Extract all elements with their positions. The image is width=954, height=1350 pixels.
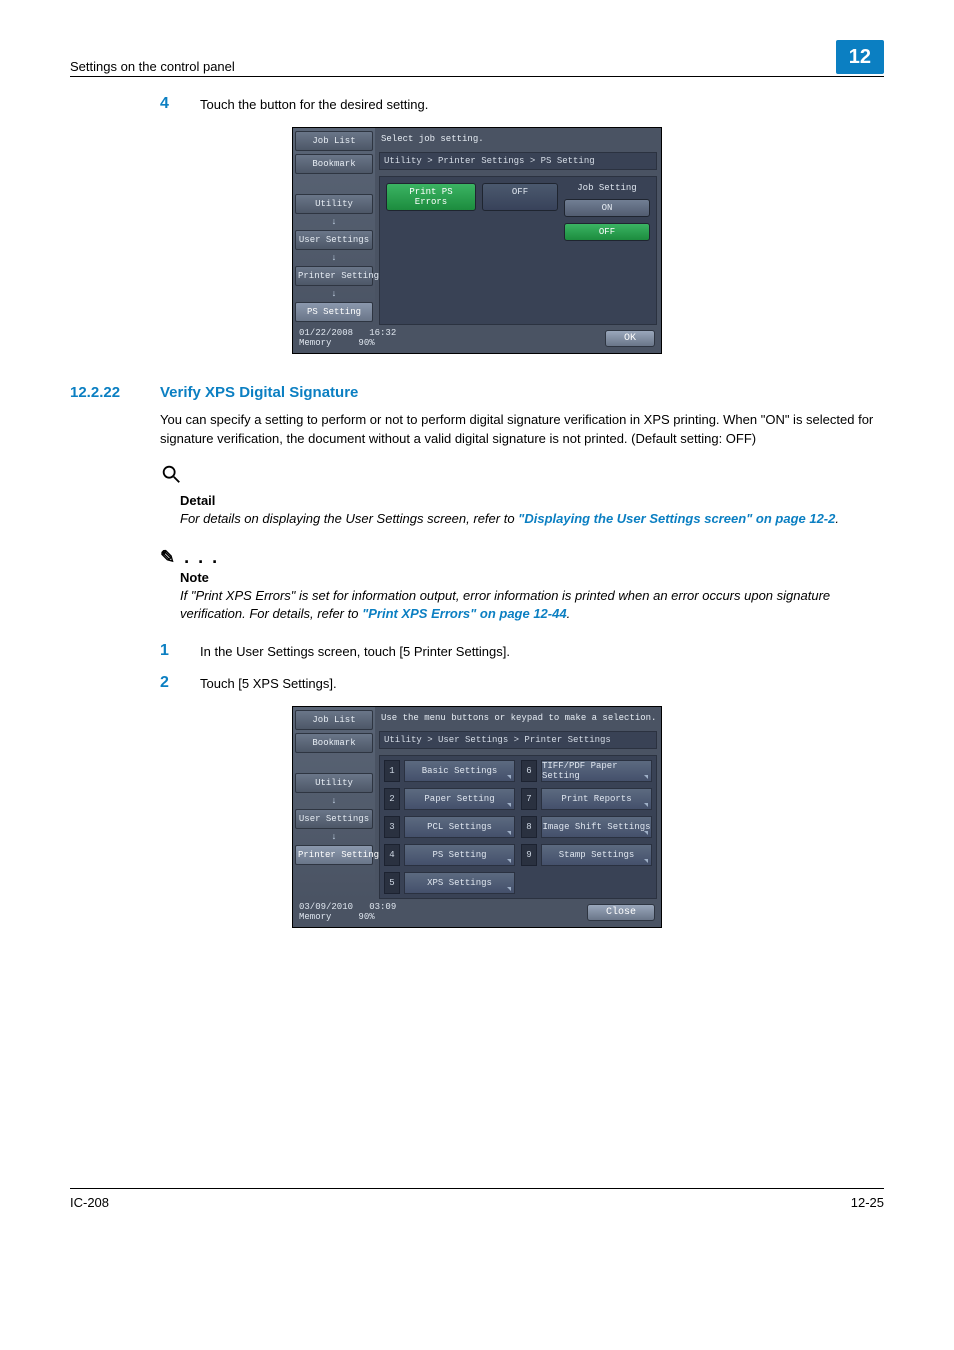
tab-bookmark[interactable]: Bookmark [295,154,373,174]
detail-link[interactable]: "Displaying the User Settings screen" on… [518,511,835,526]
status-memory-pct: 90% [358,912,374,922]
step-number: 2 [160,674,200,692]
section-number: 12.2.22 [70,384,160,401]
note-body-suffix: . [567,606,571,621]
status-bar: 01/22/2008 16:32 Memory 90% OK [293,325,661,353]
close-button[interactable]: Close [587,904,655,921]
ok-button[interactable]: OK [605,330,655,347]
arrow-icon: ↓ [295,796,373,806]
menu-item-6[interactable]: 6TIFF/PDF Paper Setting [521,760,652,782]
section-heading: 12.2.22 Verify XPS Digital Signature [70,384,884,401]
tab-job-list[interactable]: Job List [295,131,373,151]
menu-item-8[interactable]: 8Image Shift Settings [521,816,652,838]
detail-title: Detail [180,493,884,508]
tab-utility[interactable]: Utility [295,773,373,793]
screenshot-printer-settings: Job List Bookmark Utility ↓ User Setting… [292,706,662,928]
step-2: 2 Touch [5 XPS Settings]. [160,674,884,692]
pencil-icon: ✎ . . . [160,547,884,568]
detail-callout: Detail For details on displaying the Use… [180,493,884,529]
note-callout: Note If "Print XPS Errors" is set for in… [180,570,884,625]
section-paragraph: You can specify a setting to perform or … [160,411,884,449]
header-title: Settings on the control panel [70,59,235,74]
page-header: Settings on the control panel 12 [70,40,884,77]
status-memory-label: Memory [299,912,331,922]
step-4: 4 Touch the button for the desired setti… [160,95,884,113]
setting-name[interactable]: Print PS Errors [386,183,476,211]
section-title: Verify XPS Digital Signature [160,384,358,401]
step-1: 1 In the User Settings screen, touch [5 … [160,642,884,660]
tab-utility[interactable]: Utility [295,194,373,214]
magnifier-icon [160,463,884,491]
arrow-icon: ↓ [295,253,373,263]
step-text: Touch [5 XPS Settings]. [200,674,884,691]
menu-item-3[interactable]: 3PCL Settings [384,816,515,838]
off-button[interactable]: OFF [564,223,650,241]
tab-ps-setting[interactable]: PS Setting [295,302,373,322]
status-memory-label: Memory [299,338,331,348]
on-button[interactable]: ON [564,199,650,217]
menu-item-4[interactable]: 4PS Setting [384,844,515,866]
tab-printer-settings[interactable]: Printer Settings [295,845,373,865]
menu-item-2[interactable]: 2Paper Setting [384,788,515,810]
arrow-icon: ↓ [295,289,373,299]
status-date: 03/09/2010 [299,902,353,912]
instruction-text: Use the menu buttons or keypad to make a… [381,713,657,723]
menu-item-1[interactable]: 1Basic Settings [384,760,515,782]
step-number: 1 [160,642,200,660]
tab-printer-settings[interactable]: Printer Settings [295,266,373,286]
menu-item-9[interactable]: 9Stamp Settings [521,844,652,866]
tab-job-list[interactable]: Job List [295,710,373,730]
step-text: In the User Settings screen, touch [5 Pr… [200,642,884,659]
footer-right: 12-25 [851,1195,884,1210]
menu-grid: 1Basic Settings 6TIFF/PDF Paper Setting … [380,756,656,898]
step-number: 4 [160,95,200,113]
status-date: 01/22/2008 [299,328,353,338]
note-link[interactable]: "Print XPS Errors" on page 12-44 [362,606,567,621]
arrow-icon: ↓ [295,832,373,842]
breadcrumb: Utility > Printer Settings > PS Setting [379,152,657,170]
side-tabs: Job List Bookmark Utility ↓ User Setting… [293,128,375,325]
page-footer: IC-208 12-25 [70,1188,884,1210]
status-time: 03:09 [369,902,396,912]
job-setting-label: Job Setting [564,183,650,193]
arrow-icon: ↓ [295,217,373,227]
detail-body-suffix: . [835,511,839,526]
chapter-badge: 12 [836,40,884,74]
detail-body-prefix: For details on displaying the User Setti… [180,511,518,526]
tab-bookmark[interactable]: Bookmark [295,733,373,753]
menu-item-7[interactable]: 7Print Reports [521,788,652,810]
status-time: 16:32 [369,328,396,338]
note-title: Note [180,570,884,585]
footer-left: IC-208 [70,1195,109,1210]
status-bar: 03/09/2010 03:09 Memory 90% Close [293,899,661,927]
breadcrumb: Utility > User Settings > Printer Settin… [379,731,657,749]
menu-item-5[interactable]: 5XPS Settings [384,872,515,894]
step-text: Touch the button for the desired setting… [200,95,884,112]
instruction-text: Select job setting. [381,134,657,144]
screenshot-ps-setting: Job List Bookmark Utility ↓ User Setting… [292,127,662,354]
status-memory-pct: 90% [358,338,374,348]
tab-user-settings[interactable]: User Settings [295,809,373,829]
setting-value: OFF [482,183,558,211]
side-tabs: Job List Bookmark Utility ↓ User Setting… [293,707,375,899]
tab-user-settings[interactable]: User Settings [295,230,373,250]
